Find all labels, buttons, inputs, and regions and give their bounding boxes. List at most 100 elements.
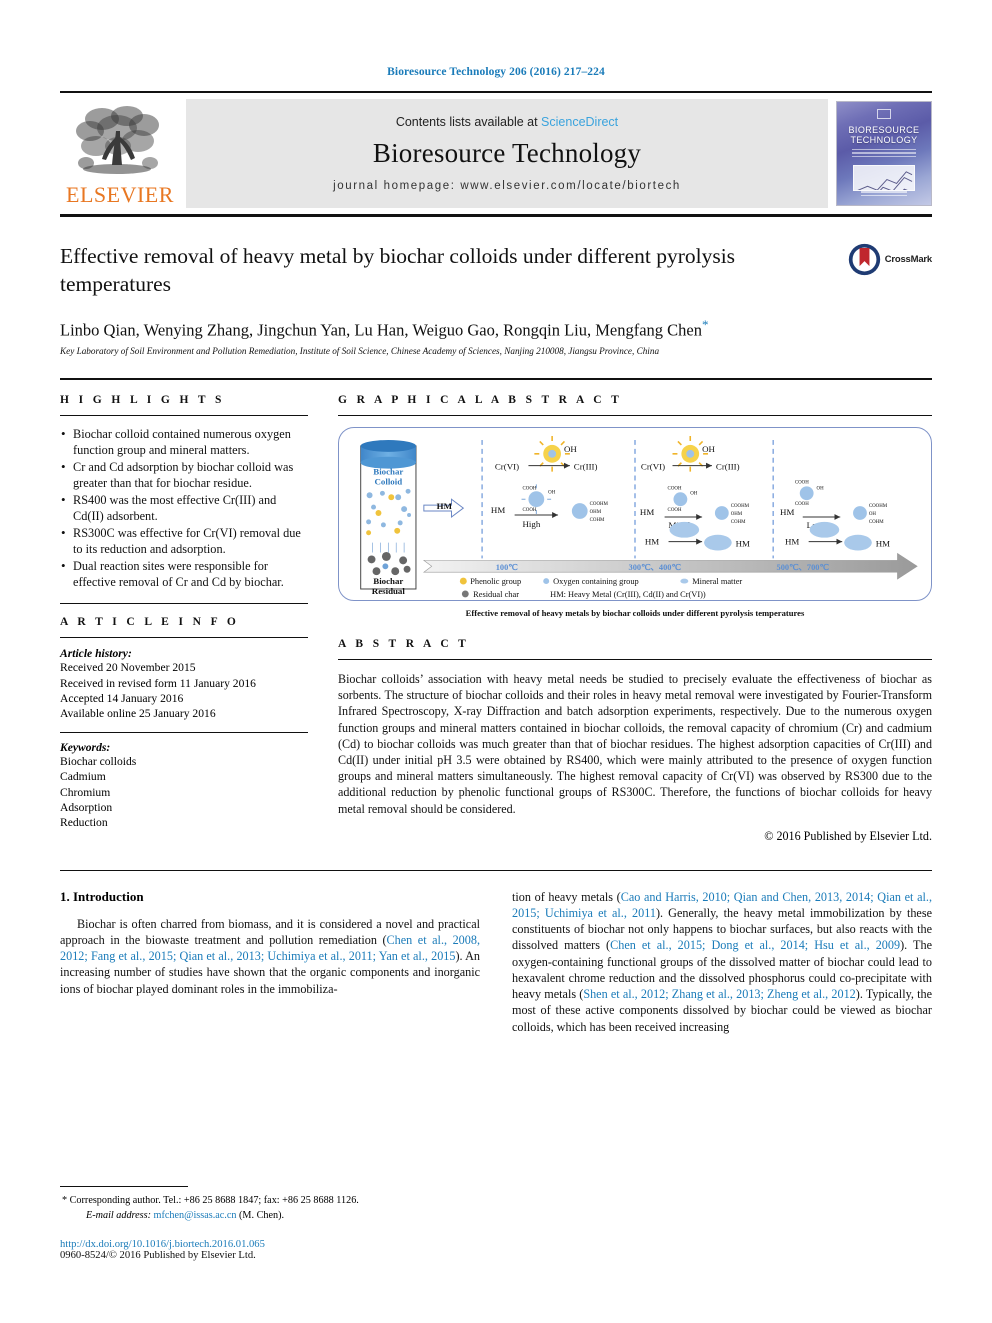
- list-item: RS400 was the most effective Cr(III) and…: [60, 492, 308, 525]
- page-title: Effective removal of heavy metal by bioc…: [60, 244, 736, 296]
- cover-graph-thumbnail: [853, 165, 915, 191]
- crossmark-icon: [848, 243, 880, 276]
- svg-text:OH: OH: [817, 487, 825, 492]
- journal-band: Contents lists available at ScienceDirec…: [186, 99, 828, 208]
- svg-text:High: High: [523, 519, 541, 529]
- svg-text:HM: HM: [785, 537, 799, 547]
- list-item: Biochar colloid contained numerous oxyge…: [60, 426, 308, 459]
- journal-title: Bioresource Technology: [372, 138, 642, 168]
- email-suffix: (M. Chen).: [239, 1209, 285, 1221]
- corresponding-author-note: * Corresponding author. Tel.: +86 25 868…: [60, 1194, 480, 1208]
- keywords-rule: [60, 731, 308, 733]
- svg-text:COOH: COOH: [668, 508, 682, 513]
- body-divider: [60, 869, 932, 871]
- svg-text:OH: OH: [869, 512, 877, 517]
- running-head: Bioresource Technology 206 (2016) 217–22…: [387, 66, 605, 78]
- graphical-abstract-svg: Biochar Colloid Biochar Residual HM OH C…: [360, 436, 918, 599]
- footnote-star: *: [62, 1195, 68, 1207]
- keywords-label: Keywords:: [60, 740, 111, 754]
- graphical-abstract-rule: [338, 415, 932, 417]
- svg-text:Cr(VI): Cr(VI): [641, 462, 665, 472]
- svg-text:Cr(III): Cr(III): [716, 462, 740, 472]
- cover-elsevier-mark: [877, 109, 891, 119]
- email-link[interactable]: mfchen@issas.ac.cn: [154, 1210, 237, 1221]
- article-history-label: Article history:: [60, 647, 132, 661]
- svg-text:HM: HM: [736, 539, 750, 549]
- highlights-list: Biochar colloid contained numerous oxyge…: [60, 426, 308, 591]
- highlights-rule: [60, 415, 308, 417]
- svg-text:COHM: COHM: [731, 520, 746, 525]
- keyword-item: Chromium: [60, 785, 111, 799]
- svg-text:COOH: COOH: [795, 502, 809, 507]
- svg-text:Residual char: Residual char: [473, 590, 519, 599]
- affiliation: Key Laboratory of Soil Environment and P…: [60, 346, 660, 357]
- graphical-abstract-figure: Biochar Colloid Biochar Residual HM OH C…: [338, 427, 932, 620]
- citation-link[interactable]: Shen et al., 2012; Zhang et al., 2013; Z…: [583, 987, 855, 1001]
- history-item: Available online 25 January 2016: [60, 707, 216, 721]
- svg-text:Colloid: Colloid: [375, 477, 403, 487]
- crossmark-badge[interactable]: CrossMark: [848, 243, 932, 276]
- svg-text:100℃: 100℃: [496, 564, 518, 573]
- cover-title-line1: BIORESOURCE: [848, 124, 920, 135]
- introduction-heading: 1. Introduction: [60, 888, 144, 904]
- journal-cover-image: BIORESOURCE TECHNOLOGY: [836, 101, 932, 206]
- svg-text:COOH: COOH: [795, 481, 809, 486]
- corresponding-text: Corresponding author. Tel.: +86 25 8688 …: [69, 1195, 359, 1207]
- abstract-heading: A B S T R A C T: [338, 637, 470, 650]
- history-item: Received 20 November 2015: [60, 661, 196, 675]
- citation-link[interactable]: Chen et al., 2015; Dong et al., 2014; Hs…: [610, 938, 900, 952]
- svg-text:OH: OH: [564, 444, 577, 454]
- journal-homepage-link[interactable]: journal homepage: www.elsevier.com/locat…: [333, 180, 681, 192]
- svg-text:COHM: COHM: [590, 518, 605, 523]
- elsevier-tree-icon: [76, 106, 159, 174]
- svg-text:Phenolic group: Phenolic group: [470, 577, 521, 586]
- elsevier-wordmark: ELSEVIER: [66, 182, 174, 207]
- svg-text:Mineral matter: Mineral matter: [692, 577, 742, 586]
- svg-text:OH: OH: [702, 444, 715, 454]
- article-info-heading: A R T I C L E I N F O: [60, 616, 240, 629]
- svg-text:OH: OH: [548, 491, 556, 496]
- svg-text:HM: HM: [876, 539, 890, 549]
- right-info-column: G R A P H I C A L A B S T R A C T Biocha…: [338, 394, 932, 843]
- keyword-item: Reduction: [60, 816, 108, 830]
- svg-text:HM: Heavy Metal (Cr(III), Cd(I: HM: Heavy Metal (Cr(III), Cd(II) and Cr(…: [550, 590, 706, 599]
- doi-block: http://dx.doi.org/10.1016/j.biortech.201…: [60, 1239, 480, 1261]
- contents-line: Contents lists available at ScienceDirec…: [396, 115, 618, 129]
- svg-text:OHM: OHM: [731, 512, 743, 517]
- keyword-item: Biochar colloids: [60, 754, 137, 768]
- svg-text:Cr(VI): Cr(VI): [495, 462, 519, 472]
- abstract-copyright: © 2016 Published by Elsevier Ltd.: [764, 828, 932, 843]
- svg-text:Cr(III): Cr(III): [574, 462, 598, 472]
- svg-text:COOHM: COOHM: [731, 504, 750, 509]
- contents-prefix: Contents lists available at: [395, 115, 542, 129]
- svg-text:HM: HM: [640, 507, 654, 517]
- journal-masthead: ELSEVIER Contents lists available at Sci…: [60, 91, 932, 217]
- crossmark-label: CrossMark: [884, 254, 933, 265]
- svg-text:HM: HM: [437, 501, 453, 511]
- history-item: Accepted 14 January 2016: [60, 692, 184, 706]
- introduction-paragraph-right: tion of heavy metals (Cao and Harris, 20…: [512, 889, 932, 1035]
- svg-text:300℃、400℃: 300℃、400℃: [629, 564, 681, 573]
- svg-text:OH: OH: [690, 492, 698, 497]
- journal-article-page: Bioresource Technology 206 (2016) 217–22…: [0, 0, 992, 1323]
- abstract-text: Biochar colloids’ association with heavy…: [338, 671, 932, 816]
- author-list: Linbo Qian, Wenying Zhang, Jingchun Yan,…: [60, 317, 932, 341]
- doi-link[interactable]: http://dx.doi.org/10.1016/j.biortech.201…: [60, 1239, 480, 1250]
- list-item: RS300C was effective for Cr(VI) removal …: [60, 525, 308, 558]
- svg-text:500℃、700℃: 500℃、700℃: [777, 564, 829, 573]
- introduction-paragraph-left: Biochar is often charred from biomass, a…: [60, 916, 480, 997]
- svg-text:OHM: OHM: [590, 510, 602, 515]
- svg-text:Residual: Residual: [372, 586, 406, 596]
- svg-text:Oxygen containing group: Oxygen containing group: [553, 577, 639, 586]
- graphical-abstract-caption: Effective removal of heavy metals by bio…: [465, 608, 805, 619]
- graphical-abstract-frame: Biochar Colloid Biochar Residual HM OH C…: [338, 427, 932, 602]
- cover-title: BIORESOURCE TECHNOLOGY: [849, 125, 920, 146]
- cover-title-line2: TECHNOLOGY: [850, 135, 918, 146]
- highlights-heading: H I G H L I G H T S: [60, 394, 225, 407]
- keyword-item: Adsorption: [60, 801, 113, 815]
- author-names: Linbo Qian, Wenying Zhang, Jingchun Yan,…: [60, 320, 702, 340]
- body-column-right: tion of heavy metals (Cao and Harris, 20…: [512, 889, 932, 1035]
- article-title-block: Effective removal of heavy metal by bioc…: [60, 243, 932, 356]
- sciencedirect-link[interactable]: ScienceDirect: [541, 115, 618, 129]
- elsevier-logo: ELSEVIER: [60, 93, 180, 214]
